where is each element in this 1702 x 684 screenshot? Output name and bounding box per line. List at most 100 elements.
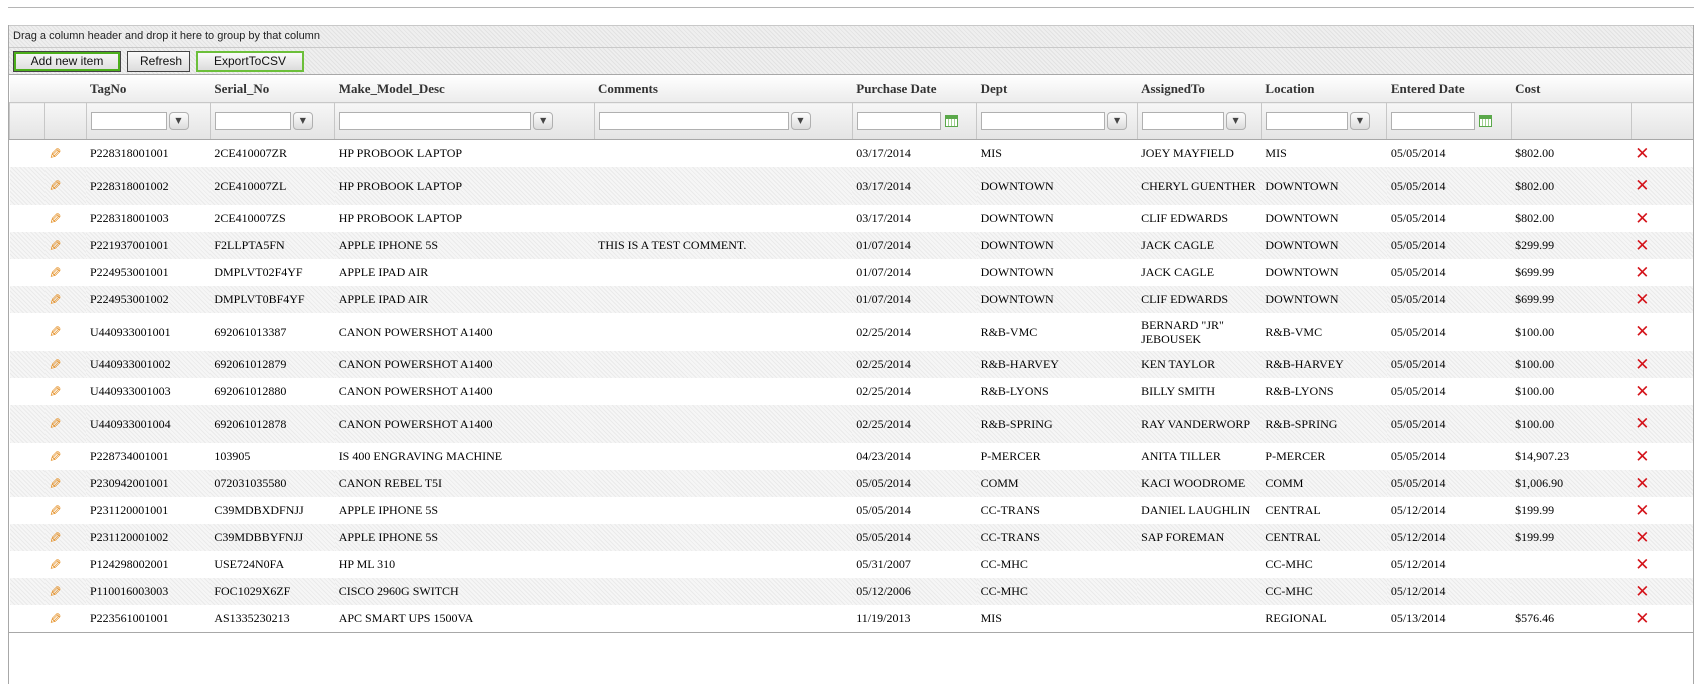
group-by-panel[interactable]: Drag a column header and drop it here to… xyxy=(9,25,1693,47)
close-x-icon[interactable]: ✕ xyxy=(1635,474,1649,494)
pencil-icon[interactable]: ✎ xyxy=(49,323,62,341)
cell-comments xyxy=(594,470,853,497)
close-x-icon[interactable]: ✕ xyxy=(1635,528,1649,548)
pencil-icon[interactable]: ✎ xyxy=(49,448,62,466)
table-row[interactable]: ✎ P228318001001 2CE410007ZR HP PROBOOK LAPT… xyxy=(9,139,1693,167)
header-assigned-to[interactable]: AssignedTo xyxy=(1137,75,1262,103)
pencil-icon[interactable]: ✎ xyxy=(49,210,62,228)
table-row[interactable]: ✎ P223561001001 AS1335230213 APC SMART UPS … xyxy=(9,605,1693,632)
refresh-button[interactable]: Refresh xyxy=(127,50,190,72)
header-serial-no[interactable]: Serial_No xyxy=(210,75,335,103)
header-tagno[interactable]: TagNo xyxy=(86,75,211,103)
pencil-icon[interactable]: ✎ xyxy=(49,610,62,628)
pencil-icon[interactable]: ✎ xyxy=(49,529,62,547)
calendar-icon[interactable] xyxy=(1479,115,1493,128)
close-x-icon[interactable]: ✕ xyxy=(1635,609,1649,629)
cell-location: CC-MHC xyxy=(1261,551,1387,578)
pencil-icon[interactable]: ✎ xyxy=(49,264,62,282)
close-x-icon[interactable]: ✕ xyxy=(1635,290,1649,310)
cell-make-model-desc: CANON POWERSHOT A1400 xyxy=(334,405,594,443)
pencil-icon[interactable]: ✎ xyxy=(49,177,62,195)
cell-entered-date: 05/05/2014 xyxy=(1386,351,1512,378)
filter-input-purchase-date[interactable] xyxy=(856,112,941,131)
cell-comments xyxy=(594,351,853,378)
cell-make-model-desc: CANON REBEL T5I xyxy=(334,470,594,497)
table-row[interactable]: ✎ P224953001001 DMPLVT02F4YF APPLE IPAD AIR… xyxy=(9,259,1693,286)
pencil-icon[interactable]: ✎ xyxy=(49,237,62,255)
header-purchase-date[interactable]: Purchase Date xyxy=(852,75,977,103)
pencil-icon[interactable]: ✎ xyxy=(49,502,62,520)
close-x-icon[interactable]: ✕ xyxy=(1635,209,1649,229)
cell-dept: DOWNTOWN xyxy=(976,286,1138,313)
table-row[interactable]: ✎ P228734001001 103905 IS 400 ENGRAVING MAC… xyxy=(9,443,1693,470)
table-row[interactable]: ✎ U440933001002 692061012879 CANON POWERSHO… xyxy=(9,351,1693,378)
filter-input-location[interactable] xyxy=(1265,112,1348,131)
filter-funnel-icon[interactable]: ▼ xyxy=(1225,112,1246,131)
pencil-icon[interactable]: ✎ xyxy=(49,475,62,493)
header-dept[interactable]: Dept xyxy=(976,75,1138,103)
filter-input-entered-date[interactable] xyxy=(1391,112,1476,131)
header-cost[interactable]: Cost xyxy=(1511,75,1632,103)
close-x-icon[interactable]: ✕ xyxy=(1635,144,1649,164)
filter-cost-blank xyxy=(1510,102,1632,140)
filter-funnel-icon[interactable]: ▼ xyxy=(292,112,313,131)
table-row[interactable]: ✎ P231120001001 C39MDBXDFNJJ APPLE IPHONE 5… xyxy=(9,497,1693,524)
table-row[interactable]: ✎ P228318001002 2CE410007ZL HP PROBOOK LAPT… xyxy=(9,167,1693,205)
cell-purchase-date: 05/31/2007 xyxy=(852,551,977,578)
close-x-icon[interactable]: ✕ xyxy=(1635,582,1649,602)
filter-input-tagno[interactable] xyxy=(90,112,167,131)
header-location[interactable]: Location xyxy=(1261,75,1387,103)
filter-blank xyxy=(8,102,45,140)
table-row[interactable]: ✎ P224953001002 DMPLVT0BF4YF APPLE IPAD AIR… xyxy=(9,286,1693,313)
table-row[interactable]: ✎ U440933001001 692061013387 CANON POWERSHO… xyxy=(9,313,1693,351)
filter-input-dept[interactable] xyxy=(981,112,1106,131)
add-new-item-button[interactable]: Add new item xyxy=(13,50,121,72)
cell-make-model-desc: IS 400 ENGRAVING MACHINE xyxy=(334,443,594,470)
close-x-icon[interactable]: ✕ xyxy=(1635,176,1649,196)
filter-funnel-icon[interactable]: ▼ xyxy=(1349,112,1370,131)
close-x-icon[interactable]: ✕ xyxy=(1635,322,1649,342)
calendar-icon[interactable] xyxy=(944,115,958,128)
table-row[interactable]: ✎ U440933001003 692061012880 CANON POWERSHO… xyxy=(9,378,1693,405)
export-csv-button[interactable]: ExportToCSV xyxy=(196,50,304,72)
header-entered-date[interactable]: Entered Date xyxy=(1386,75,1512,103)
table-row[interactable]: ✎ P110016003003 FOC1029X6ZF CISCO 2960G SWI… xyxy=(9,578,1693,605)
filter-funnel-icon[interactable]: ▼ xyxy=(533,112,554,131)
cell-tagno: U440933001002 xyxy=(86,351,211,378)
cell-comments xyxy=(594,497,853,524)
filter-funnel-icon[interactable]: ▼ xyxy=(790,112,811,131)
table-row[interactable]: ✎ P221937001001 F2LLPTA5FN APPLE IPHONE 5S T… xyxy=(9,232,1693,259)
close-x-icon[interactable]: ✕ xyxy=(1635,382,1649,402)
close-x-icon[interactable]: ✕ xyxy=(1635,555,1649,575)
close-x-icon[interactable]: ✕ xyxy=(1635,414,1649,434)
header-comments[interactable]: Comments xyxy=(594,75,853,103)
pencil-icon[interactable]: ✎ xyxy=(49,291,62,309)
header-make-model-desc[interactable]: Make_Model_Desc xyxy=(334,75,594,103)
pencil-icon[interactable]: ✎ xyxy=(49,583,62,601)
pencil-icon[interactable]: ✎ xyxy=(49,383,62,401)
table-row[interactable]: ✎ P228318001003 2CE410007ZS HP PROBOOK LAPT… xyxy=(9,205,1693,232)
close-x-icon[interactable]: ✕ xyxy=(1635,236,1649,256)
table-row[interactable]: ✎ P231120001002 C39MDBBYFNJJ APPLE IPHONE 5… xyxy=(9,524,1693,551)
filter-funnel-icon[interactable]: ▼ xyxy=(168,112,189,131)
close-x-icon[interactable]: ✕ xyxy=(1635,355,1649,375)
filter-input-assigned-to[interactable] xyxy=(1141,112,1224,131)
cell-location: CENTRAL xyxy=(1261,524,1387,551)
cell-purchase-date: 01/07/2014 xyxy=(852,286,977,313)
close-x-icon[interactable]: ✕ xyxy=(1635,263,1649,283)
table-row[interactable]: ✎ P124298002001 USE724N0FA HP ML 310 05/31/2… xyxy=(9,551,1693,578)
table-row[interactable]: ✎ U440933001004 692061012878 CANON POWERSHO… xyxy=(9,405,1693,443)
close-x-icon[interactable]: ✕ xyxy=(1635,501,1649,521)
pencil-icon[interactable]: ✎ xyxy=(49,356,62,374)
filter-input-serial-no[interactable] xyxy=(214,112,291,131)
cell-make-model-desc: CISCO 2960G SWITCH xyxy=(334,578,594,605)
pencil-icon[interactable]: ✎ xyxy=(49,556,62,574)
pencil-icon[interactable]: ✎ xyxy=(49,145,62,163)
pencil-icon[interactable]: ✎ xyxy=(49,415,62,433)
filter-input-make-model-desc[interactable] xyxy=(339,112,532,131)
filter-funnel-icon[interactable]: ▼ xyxy=(1107,112,1128,131)
close-x-icon[interactable]: ✕ xyxy=(1635,447,1649,467)
filter-input-comments[interactable] xyxy=(598,112,789,131)
table-row[interactable]: ✎ P230942001001 072031035580 CANON REBEL T5… xyxy=(9,470,1693,497)
cell-assigned-to xyxy=(1137,605,1262,632)
